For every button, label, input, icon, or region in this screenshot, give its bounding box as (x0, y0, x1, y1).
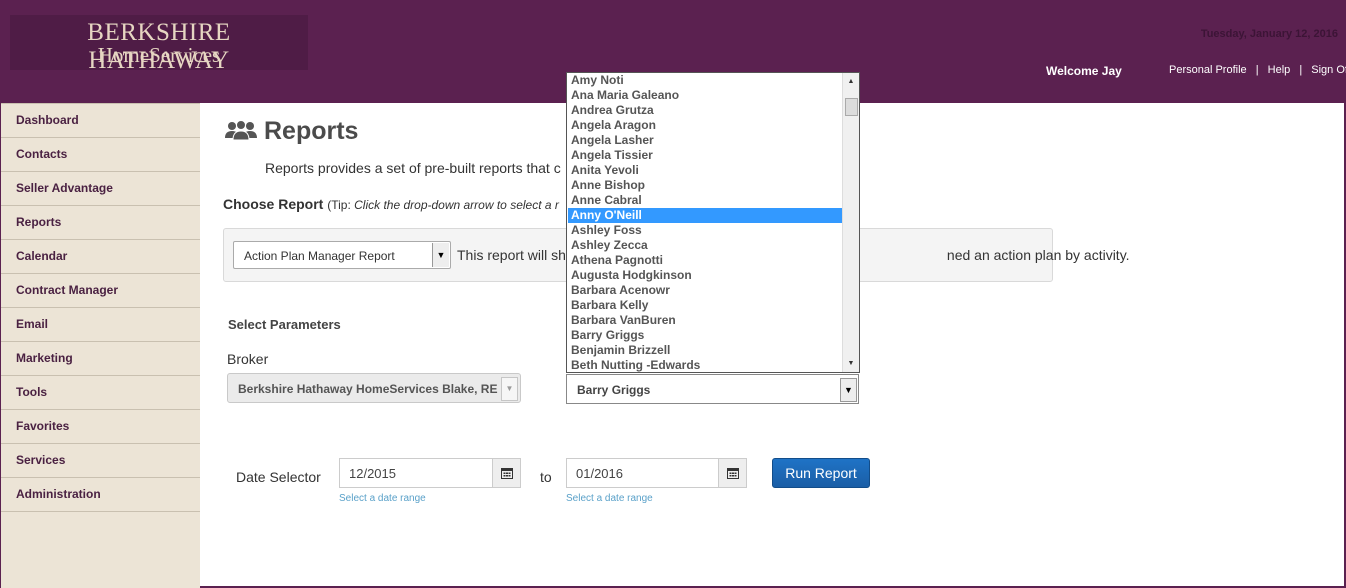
list-item[interactable]: Benjamin Brizzell (568, 343, 843, 358)
report-type-value: Action Plan Manager Report (244, 249, 395, 263)
to-date-input[interactable]: 01/2016 (566, 458, 747, 488)
help-link[interactable]: Help (1268, 64, 1291, 76)
sidebar-item-administration[interactable]: Administration (1, 478, 200, 512)
reports-intro-text: Reports provides a set of pre-built repo… (265, 160, 561, 176)
choose-report-tip-prefix: (Tip: (327, 198, 355, 212)
report-description-right: ned an action plan by activity. (946, 247, 1130, 263)
choose-report-heading: Choose Report (Tip: Click the drop-down … (223, 196, 559, 212)
chevron-down-icon[interactable]: ▼ (432, 243, 449, 267)
report-type-select[interactable]: Action Plan Manager Report ▼ (233, 241, 451, 269)
date-selector-label: Date Selector (236, 469, 321, 485)
sidebar-item-seller-advantage[interactable]: Seller Advantage (1, 172, 200, 206)
from-date-hint: Select a date range (339, 493, 426, 504)
dropdown-items: Amy Noti Ana Maria Galeano Andrea Grutza… (568, 73, 843, 372)
broker-value: Berkshire Hathaway HomeServices Blake, R… (238, 382, 498, 396)
from-date-input[interactable]: 12/2015 (339, 458, 521, 488)
top-links: Personal Profile | Help | Sign Off (1169, 64, 1346, 76)
personal-profile-link[interactable]: Personal Profile (1169, 64, 1247, 76)
report-description-left: This report will sh (457, 247, 566, 263)
current-date: Tuesday, January 12, 2016 (1200, 28, 1338, 40)
list-item[interactable]: Andrea Grutza (568, 103, 843, 118)
sidebar-nav: Dashboard Contacts Seller Advantage Repo… (0, 103, 200, 588)
sidebar-item-contacts[interactable]: Contacts (1, 138, 200, 172)
choose-report-tip: Click the drop-down arrow to select a r (354, 198, 559, 212)
sign-off-link[interactable]: Sign Off (1311, 64, 1346, 76)
list-item[interactable]: Barbara Acenowr (568, 283, 843, 298)
run-report-button[interactable]: Run Report (772, 458, 870, 488)
broker-select: Berkshire Hathaway HomeServices Blake, R… (227, 373, 521, 403)
company-logo[interactable]: BERKSHIRE HATHAWAY HomeServices (10, 15, 308, 74)
list-item[interactable]: Ashley Foss (568, 223, 843, 238)
list-item[interactable]: Angela Tissier (568, 148, 843, 163)
list-item[interactable]: Anne Cabral (568, 193, 843, 208)
list-item[interactable]: Angela Lasher (568, 133, 843, 148)
list-item[interactable]: Anita Yevoli (568, 163, 843, 178)
from-date-value: 12/2015 (349, 466, 396, 481)
page-title: Reports (264, 117, 359, 145)
welcome-message: Welcome Jay (1046, 64, 1122, 78)
scroll-down-arrow-icon[interactable]: ▼ (843, 355, 859, 372)
to-date-hint: Select a date range (566, 493, 653, 504)
list-item[interactable]: Anne Bishop (568, 178, 843, 193)
list-item[interactable]: Amy Noti (568, 73, 843, 88)
sidebar-item-dashboard[interactable]: Dashboard (1, 103, 200, 138)
link-separator: | (1299, 64, 1303, 76)
list-item[interactable]: Barbara Kelly (568, 298, 843, 313)
agent-value: Barry Griggs (577, 383, 651, 397)
list-item[interactable]: Barbara VanBuren (568, 313, 843, 328)
agent-dropdown-list[interactable]: Amy Noti Ana Maria Galeano Andrea Grutza… (566, 72, 860, 373)
sidebar-item-favorites[interactable]: Favorites (1, 410, 200, 444)
broker-label: Broker (227, 351, 269, 367)
sidebar-item-email[interactable]: Email (1, 308, 200, 342)
list-item[interactable]: Ashley Zecca (568, 238, 843, 253)
scrollbar-thumb[interactable] (845, 98, 858, 116)
to-label: to (540, 469, 552, 485)
scroll-up-arrow-icon[interactable]: ▲ (843, 73, 859, 90)
choose-report-label: Choose Report (223, 196, 324, 212)
list-item[interactable]: Ana Maria Galeano (568, 88, 843, 103)
calendar-icon[interactable] (718, 459, 746, 487)
list-item-highlighted[interactable]: Anny O'Neill (568, 208, 843, 223)
list-item[interactable]: Augusta Hodgkinson (568, 268, 843, 283)
list-item[interactable]: Beth Nutting -Edwards (568, 358, 843, 372)
sidebar-item-marketing[interactable]: Marketing (1, 342, 200, 376)
chevron-down-icon[interactable]: ▼ (840, 378, 857, 402)
sidebar-item-services[interactable]: Services (1, 444, 200, 478)
logo-line2: HomeServices (97, 43, 221, 67)
list-item[interactable]: Athena Pagnotti (568, 253, 843, 268)
to-date-value: 01/2016 (576, 466, 623, 481)
sidebar-item-calendar[interactable]: Calendar (1, 240, 200, 274)
select-parameters-heading: Select Parameters (228, 317, 341, 332)
users-icon (224, 120, 258, 145)
sidebar-item-tools[interactable]: Tools (1, 376, 200, 410)
sidebar-item-contract-manager[interactable]: Contract Manager (1, 274, 200, 308)
calendar-icon[interactable] (492, 459, 520, 487)
link-separator: | (1255, 64, 1259, 76)
list-item[interactable]: Angela Aragon (568, 118, 843, 133)
dropdown-scrollbar[interactable]: ▲ ▼ (842, 73, 859, 372)
chevron-down-icon: ▼ (501, 377, 518, 401)
list-item[interactable]: Barry Griggs (568, 328, 843, 343)
sidebar-item-reports[interactable]: Reports (1, 206, 200, 240)
agent-select[interactable]: Barry Griggs ▼ (566, 374, 859, 404)
